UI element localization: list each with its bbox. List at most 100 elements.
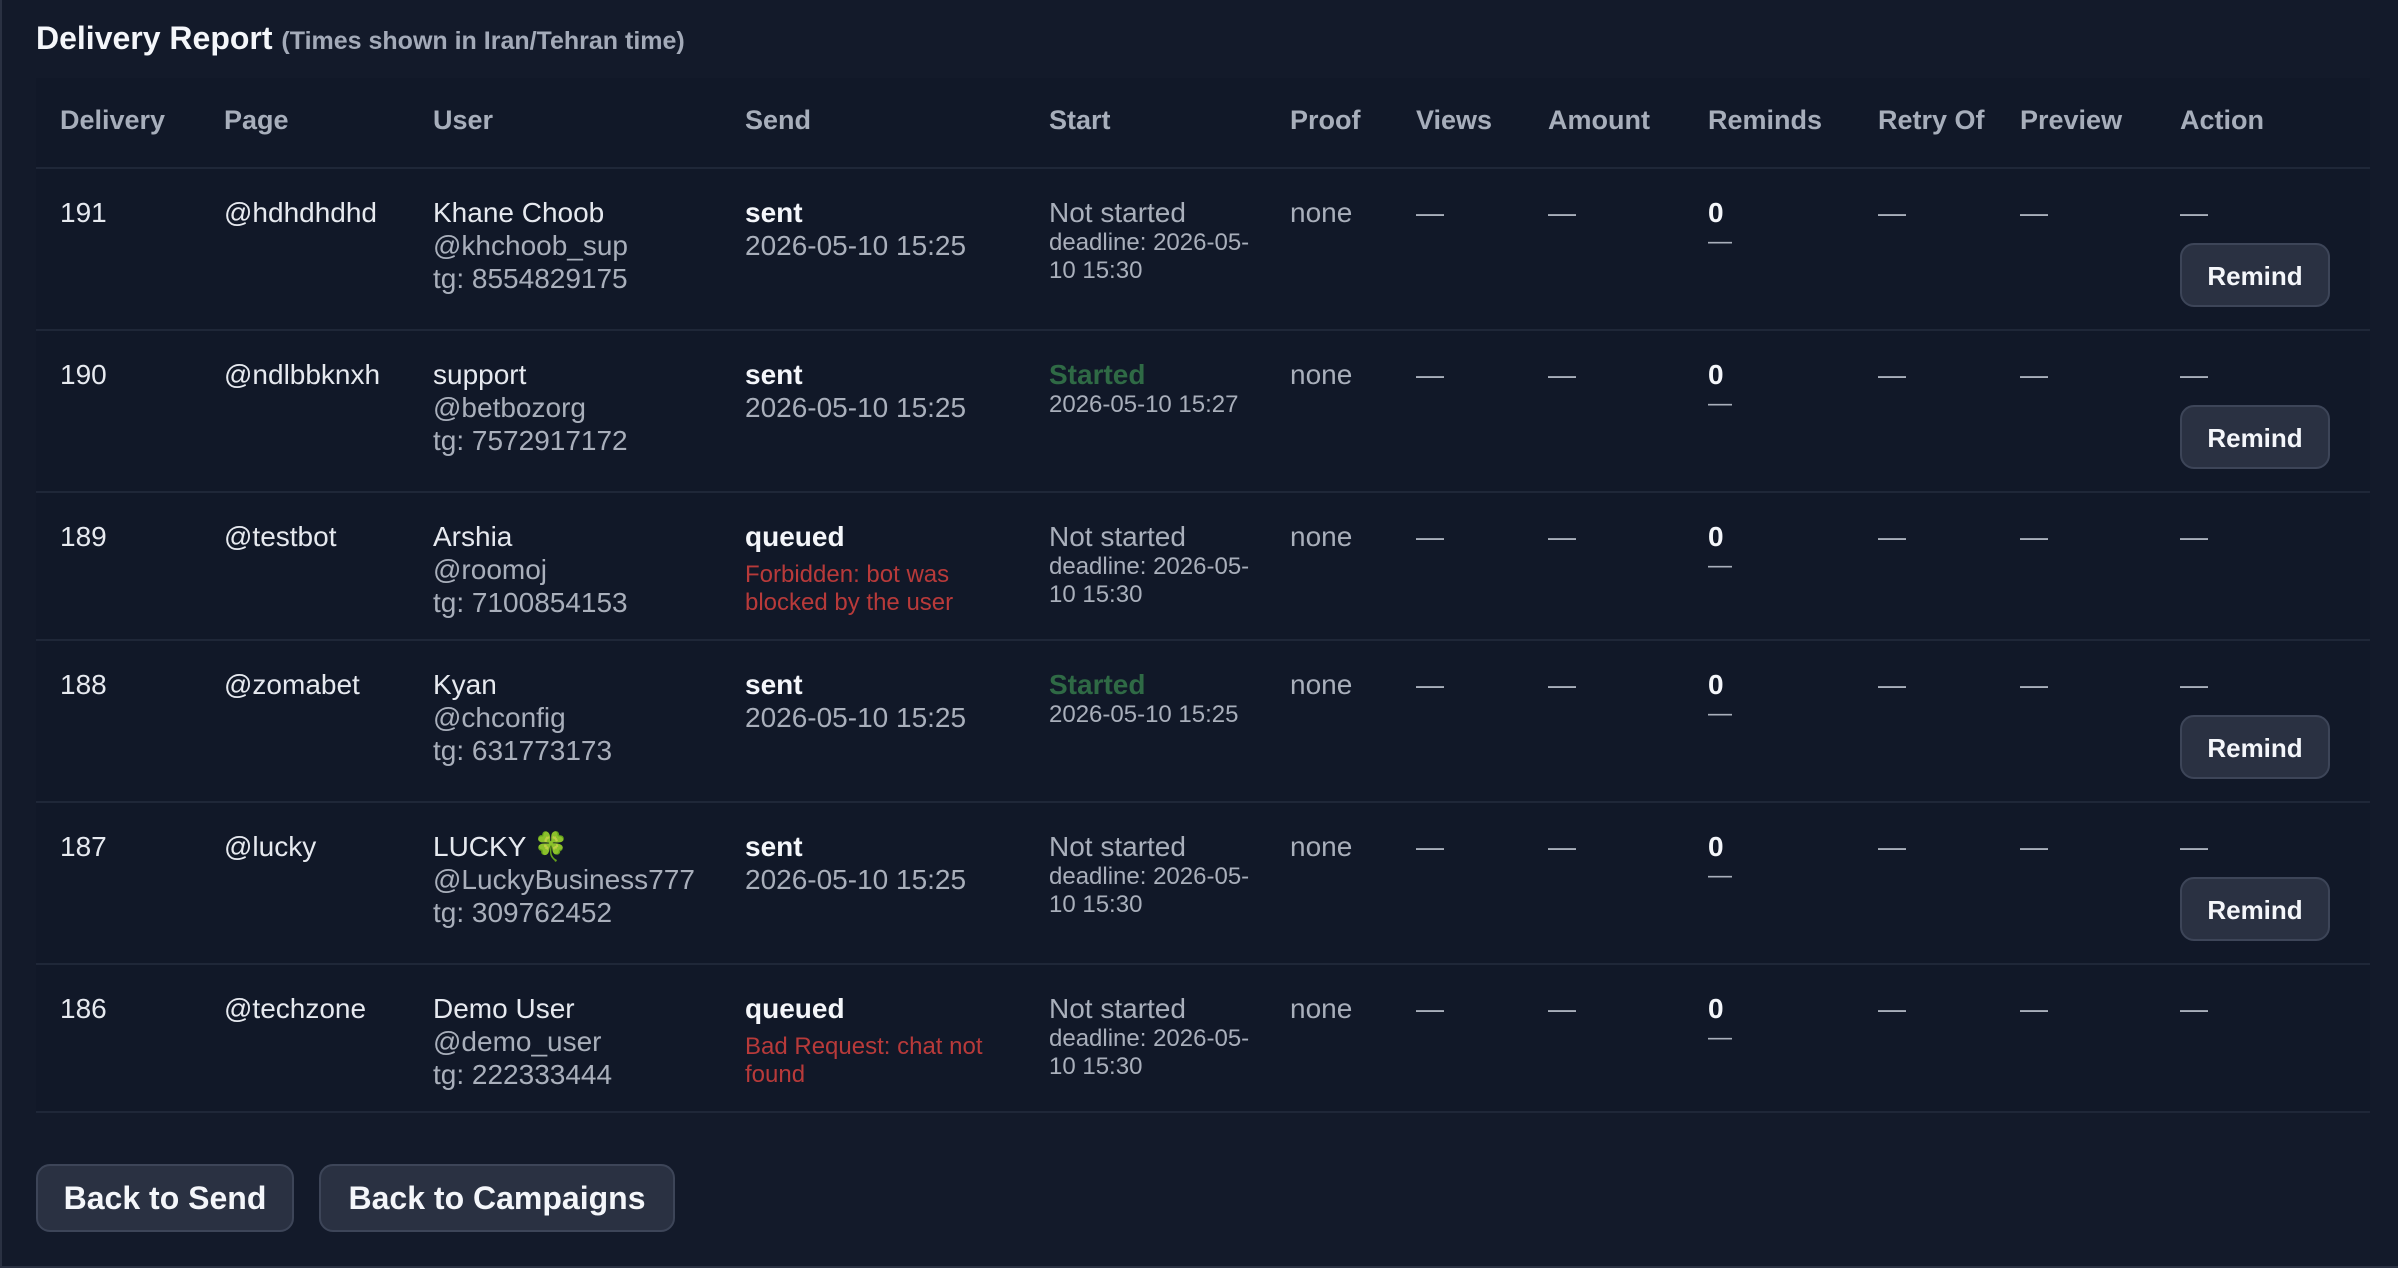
table-row: 188 @zomabet Kyan @chconfig tg: 63177317… (36, 640, 2370, 803)
user-tg-id: tg: 309762452 (433, 897, 613, 928)
start-cell: Not started deadline: 2026-05-10 15:30 (1025, 802, 1266, 965)
column-header-delivery[interactable]: Delivery (36, 78, 200, 169)
user-tg-id: tg: 7572917172 (433, 425, 628, 456)
amount-value: — (1524, 964, 1684, 1113)
send-error: Bad Request: chat not found (745, 1033, 983, 1088)
start-deadline: deadline: 2026-05-10 15:30 (1049, 553, 1250, 608)
start-deadline: deadline: 2026-05-10 15:30 (1049, 1025, 1250, 1080)
amount-value: — (1524, 802, 1684, 965)
user-name: Demo User (433, 993, 575, 1024)
reminds-detail: — (1708, 1024, 1732, 1051)
table-row: 190 @ndlbbknxh support @betbozorg tg: 75… (36, 330, 2370, 493)
column-header-page[interactable]: Page (200, 78, 409, 169)
back-to-send-button[interactable]: Back to Send (36, 1164, 294, 1232)
column-header-action[interactable]: Action (2156, 78, 2370, 169)
proof-value: none (1266, 492, 1392, 641)
action-value: — (2180, 359, 2208, 390)
delivery-id: 190 (36, 330, 200, 493)
start-deadline: deadline: 2026-05-10 15:30 (1049, 863, 1250, 918)
column-header-reminds[interactable]: Reminds (1684, 78, 1854, 169)
page-handle: @techzone (200, 964, 409, 1113)
column-header-proof[interactable]: Proof (1266, 78, 1392, 169)
amount-value: — (1524, 492, 1684, 641)
column-header-user[interactable]: User (409, 78, 721, 169)
user-handle: @khchoob_sup (433, 230, 629, 261)
reminds-cell: 0 — (1684, 964, 1854, 1113)
start-cell: Started 2026-05-10 15:25 (1025, 640, 1266, 803)
amount-value: — (1524, 168, 1684, 331)
column-header-start[interactable]: Start (1025, 78, 1266, 169)
action-cell: — Remind (2156, 640, 2370, 803)
start-status: Not started (1049, 197, 1186, 228)
user-name: Kyan (433, 669, 497, 700)
user-name: Arshia (433, 521, 513, 552)
back-to-campaigns-button[interactable]: Back to Campaigns (319, 1164, 675, 1232)
user-handle: @demo_user (433, 1026, 602, 1057)
column-header-preview[interactable]: Preview (1996, 78, 2156, 169)
user-cell: Kyan @chconfig tg: 631773173 (409, 640, 721, 803)
table-row: 191 @hdhdhdhd Khane Choob @khchoob_sup t… (36, 168, 2370, 331)
views-value: — (1392, 802, 1524, 965)
delivery-table-container: Delivery Page User Send Start Proof View… (36, 78, 2370, 1113)
user-handle: @LuckyBusiness777 (433, 864, 695, 895)
page-handle: @hdhdhdhd (200, 168, 409, 331)
start-status: Not started (1049, 521, 1186, 552)
delivery-id: 187 (36, 802, 200, 965)
action-cell: — Remind (2156, 330, 2370, 493)
start-cell: Not started deadline: 2026-05-10 15:30 (1025, 964, 1266, 1113)
send-cell: sent 2026-05-10 15:25 (721, 640, 1025, 803)
send-cell: sent 2026-05-10 15:25 (721, 168, 1025, 331)
action-value: — (2180, 831, 2208, 862)
retry-of-value: — (1854, 640, 1996, 803)
start-status: Not started (1049, 831, 1186, 862)
page-handle: @lucky (200, 802, 409, 965)
delivery-report-page: Delivery Report (Times shown in Iran/Teh… (0, 0, 2398, 1268)
action-cell: — Remind (2156, 168, 2370, 331)
retry-of-value: — (1854, 964, 1996, 1113)
user-handle: @roomoj (433, 554, 548, 585)
page-handle: @zomabet (200, 640, 409, 803)
user-handle: @betbozorg (433, 392, 586, 423)
user-tg-id: tg: 222333444 (433, 1059, 613, 1090)
remind-button[interactable]: Remind (2180, 405, 2330, 469)
send-status: sent (745, 359, 803, 390)
reminds-count: 0 (1708, 197, 1724, 228)
send-time: 2026-05-10 15:25 (745, 702, 967, 733)
delivery-id: 188 (36, 640, 200, 803)
send-time: 2026-05-10 15:25 (745, 230, 967, 261)
start-cell: Not started deadline: 2026-05-10 15:30 (1025, 492, 1266, 641)
send-status: queued (745, 521, 845, 552)
reminds-cell: 0 — (1684, 802, 1854, 965)
column-header-amount[interactable]: Amount (1524, 78, 1684, 169)
send-cell: queued Bad Request: chat not found (721, 964, 1025, 1113)
page-title: Delivery Report (36, 20, 273, 56)
reminds-count: 0 (1708, 359, 1724, 390)
remind-button[interactable]: Remind (2180, 715, 2330, 779)
proof-value: none (1266, 802, 1392, 965)
send-time: 2026-05-10 15:25 (745, 392, 967, 423)
user-cell: support @betbozorg tg: 7572917172 (409, 330, 721, 493)
column-header-retry-of[interactable]: Retry Of (1854, 78, 1996, 169)
proof-value: none (1266, 168, 1392, 331)
preview-value: — (1996, 330, 2156, 493)
send-time: 2026-05-10 15:25 (745, 864, 967, 895)
start-status: Not started (1049, 993, 1186, 1024)
table-row: 186 @techzone Demo User @demo_user tg: 2… (36, 964, 2370, 1113)
send-status: sent (745, 831, 803, 862)
table-row: 187 @lucky LUCKY 🍀 @LuckyBusiness777 tg:… (36, 802, 2370, 965)
reminds-cell: 0 — (1684, 330, 1854, 493)
reminds-count: 0 (1708, 521, 1724, 552)
column-header-send[interactable]: Send (721, 78, 1025, 169)
remind-button[interactable]: Remind (2180, 243, 2330, 307)
column-header-views[interactable]: Views (1392, 78, 1524, 169)
preview-value: — (1996, 964, 2156, 1113)
send-cell: sent 2026-05-10 15:25 (721, 330, 1025, 493)
user-cell: LUCKY 🍀 @LuckyBusiness777 tg: 309762452 (409, 802, 721, 965)
reminds-detail: — (1708, 228, 1732, 255)
table-header-row: Delivery Page User Send Start Proof View… (36, 78, 2370, 169)
reminds-count: 0 (1708, 831, 1724, 862)
proof-value: none (1266, 640, 1392, 803)
remind-button[interactable]: Remind (2180, 877, 2330, 941)
start-status: Started (1049, 669, 1146, 700)
retry-of-value: — (1854, 802, 1996, 965)
